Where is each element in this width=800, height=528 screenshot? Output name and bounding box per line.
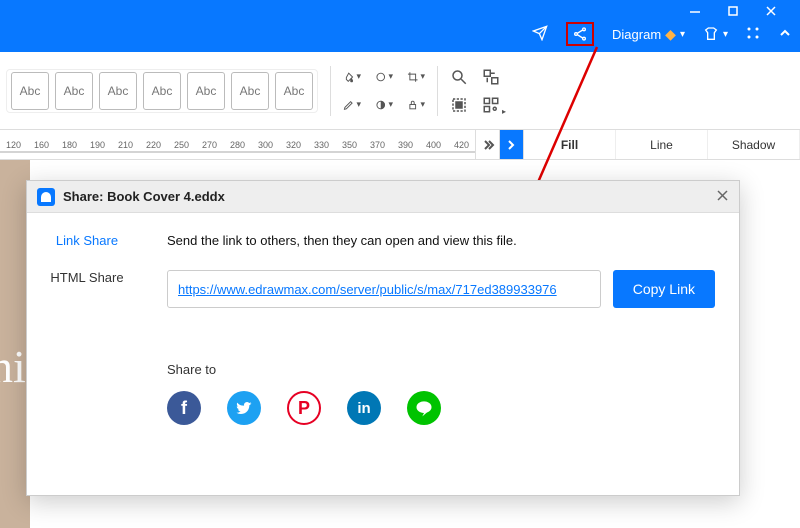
- property-tabs: Fill Line Shadow: [524, 130, 800, 159]
- dialog-title: Share: Book Cover 4.eddx: [63, 189, 225, 204]
- svg-text:390: 390: [398, 140, 413, 150]
- text-style-preset[interactable]: Abc: [99, 72, 137, 110]
- text-style-preset[interactable]: Abc: [11, 72, 49, 110]
- tshirt-menu[interactable]: ▾: [703, 26, 728, 42]
- diagram-label: Diagram: [612, 27, 661, 42]
- svg-text:210: 210: [118, 140, 133, 150]
- text-style-preset[interactable]: Abc: [143, 72, 181, 110]
- divider: [437, 66, 438, 116]
- svg-text:250: 250: [174, 140, 189, 150]
- dialog-close-button[interactable]: [716, 189, 729, 205]
- chevron-down-icon: ▾: [723, 29, 728, 40]
- svg-text:270: 270: [202, 140, 217, 150]
- share-dialog: Share: Book Cover 4.eddx Link Share HTML…: [26, 180, 740, 496]
- search-icon[interactable]: [450, 68, 468, 86]
- svg-text:190: 190: [90, 140, 105, 150]
- pen-icon[interactable]: ▾: [343, 96, 361, 114]
- svg-text:300: 300: [258, 140, 273, 150]
- chevron-down-icon: ▾: [680, 29, 685, 40]
- text-style-preset[interactable]: Abc: [275, 72, 313, 110]
- share-link-field[interactable]: https://www.edrawmax.com/server/public/s…: [167, 270, 601, 308]
- replace-icon[interactable]: [482, 68, 500, 86]
- text-style-preset[interactable]: Abc: [231, 72, 269, 110]
- social-row: f P in: [167, 391, 715, 425]
- svg-text:420: 420: [454, 140, 469, 150]
- diagram-menu[interactable]: Diagram ◆ ▾: [612, 26, 685, 43]
- linkedin-icon[interactable]: in: [347, 391, 381, 425]
- pinterest-icon[interactable]: P: [287, 391, 321, 425]
- svg-text:320: 320: [286, 140, 301, 150]
- dialog-header: Share: Book Cover 4.eddx: [27, 181, 739, 213]
- svg-text:350: 350: [342, 140, 357, 150]
- scroll-right-button[interactable]: [476, 130, 500, 159]
- tab-fill[interactable]: Fill: [524, 130, 616, 159]
- bucket-icon[interactable]: ▾: [343, 68, 361, 86]
- app-logo-icon: [37, 188, 55, 206]
- crop-icon[interactable]: ▾: [407, 68, 425, 86]
- collapse-icon[interactable]: [778, 26, 792, 43]
- share-to-label: Share to: [167, 362, 715, 377]
- text-style-group: Abc Abc Abc Abc Abc Abc Abc: [6, 69, 318, 113]
- dialog-body: Link Share HTML Share Send the link to o…: [27, 213, 739, 495]
- view-tools: ▸: [450, 68, 500, 114]
- svg-text:330: 330: [314, 140, 329, 150]
- minimize-button[interactable]: [688, 4, 702, 18]
- tab-line[interactable]: Line: [616, 130, 708, 159]
- text-style-preset[interactable]: Abc: [55, 72, 93, 110]
- svg-text:120: 120: [6, 140, 21, 150]
- line-icon[interactable]: [407, 391, 441, 425]
- text-style-preset[interactable]: Abc: [187, 72, 225, 110]
- title-bar: Diagram ◆ ▾ ▾: [0, 0, 800, 52]
- shape-icon[interactable]: ▾: [375, 68, 393, 86]
- lock-icon[interactable]: ▾: [407, 96, 425, 114]
- svg-text:280: 280: [230, 140, 245, 150]
- twitter-icon[interactable]: [227, 391, 261, 425]
- fill-tools: ▾ ▾ ▾ ▾ ▾ ▾: [343, 68, 425, 114]
- select-icon[interactable]: [450, 96, 468, 114]
- sidebar-item-link-share[interactable]: Link Share: [56, 233, 118, 248]
- maximize-button[interactable]: [726, 4, 740, 18]
- help-text: Send the link to others, then they can o…: [167, 233, 715, 248]
- layout-icon[interactable]: ▸: [482, 96, 500, 114]
- expand-panel-button[interactable]: [500, 130, 524, 159]
- ruler: 120 160 180 190 210 220 250 270 280 300 …: [0, 130, 476, 159]
- diamond-icon: ◆: [665, 26, 676, 43]
- close-button[interactable]: [764, 4, 778, 18]
- dialog-sidebar: Link Share HTML Share: [27, 213, 147, 495]
- opacity-icon[interactable]: ▾: [375, 96, 393, 114]
- svg-text:370: 370: [370, 140, 385, 150]
- window-controls: [688, 0, 800, 22]
- apps-icon[interactable]: [746, 26, 760, 43]
- svg-text:180: 180: [62, 140, 77, 150]
- svg-text:400: 400: [426, 140, 441, 150]
- share-icon[interactable]: [566, 22, 594, 46]
- svg-text:220: 220: [146, 140, 161, 150]
- sidebar-item-html-share[interactable]: HTML Share: [50, 270, 123, 285]
- divider: [330, 66, 331, 116]
- toolbar: Abc Abc Abc Abc Abc Abc Abc ▾ ▾ ▾ ▾: [0, 52, 800, 130]
- book-cover-text: ni: [0, 340, 26, 393]
- facebook-icon[interactable]: f: [167, 391, 201, 425]
- ruler-tabs-row: 120 160 180 190 210 220 250 270 280 300 …: [0, 130, 800, 160]
- send-icon[interactable]: [532, 25, 548, 44]
- copy-link-button[interactable]: Copy Link: [613, 270, 715, 308]
- dialog-main: Send the link to others, then they can o…: [147, 213, 739, 495]
- top-menu: Diagram ◆ ▾ ▾: [532, 22, 792, 46]
- link-row: https://www.edrawmax.com/server/public/s…: [167, 270, 715, 308]
- svg-text:160: 160: [34, 140, 49, 150]
- tab-shadow[interactable]: Shadow: [708, 130, 800, 159]
